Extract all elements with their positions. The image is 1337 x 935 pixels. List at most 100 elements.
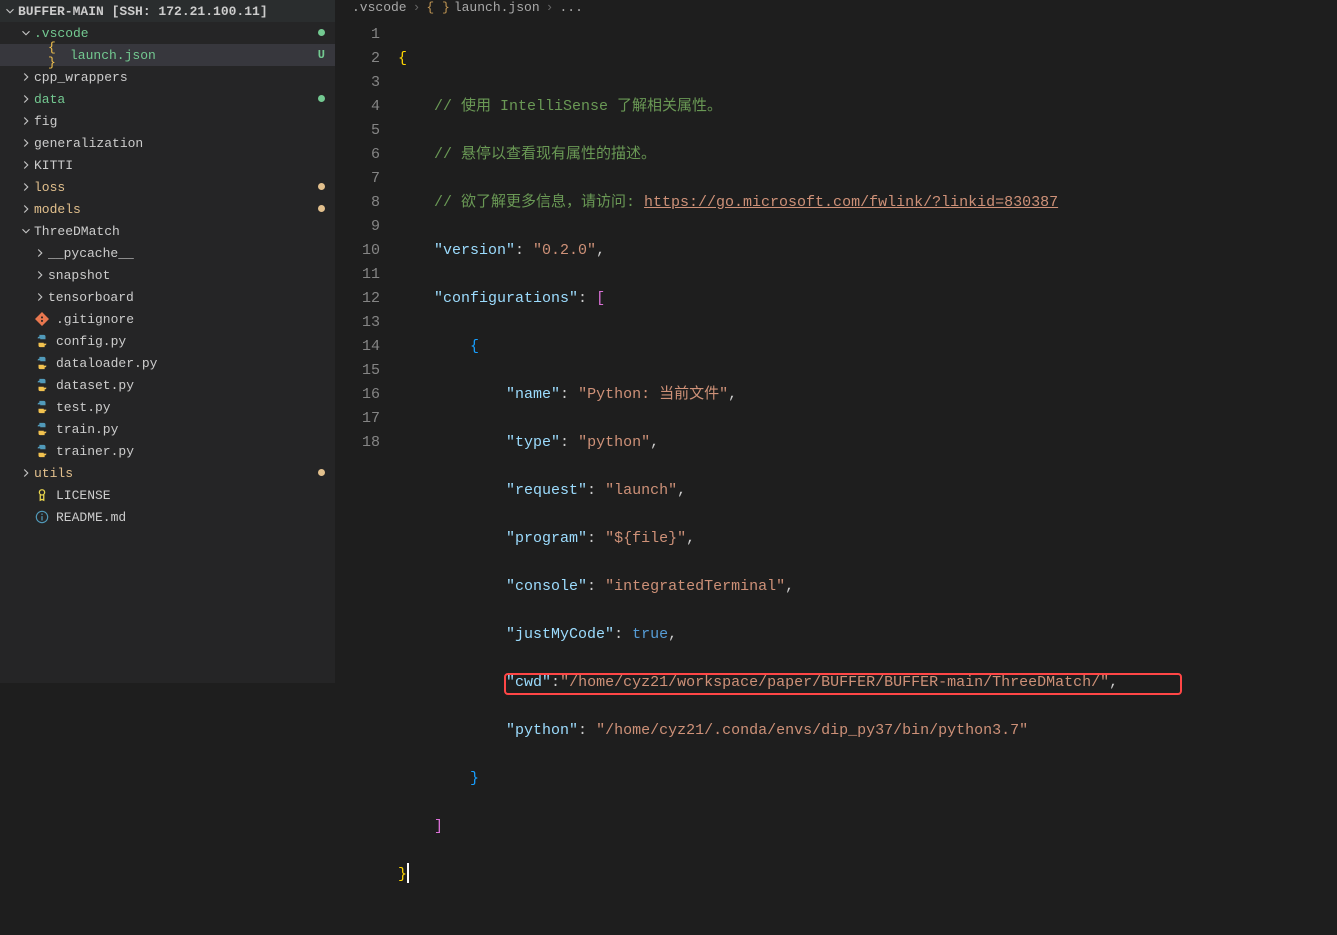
chevron-right-icon: [32, 289, 48, 305]
json-value: true: [632, 626, 668, 643]
tree-item-label: generalization: [34, 136, 325, 151]
tree-item-label: trainer.py: [56, 444, 325, 459]
tree-item-label: ThreeDMatch: [34, 224, 325, 239]
modified-indicator: [310, 180, 325, 194]
breadcrumb-item[interactable]: ...: [559, 0, 582, 15]
chevron-right-icon: ›: [413, 0, 421, 15]
explorer-root-label: BUFFER-MAIN [SSH: 172.21.100.11]: [18, 4, 325, 19]
python-icon: [34, 421, 50, 437]
json-icon: { }: [48, 47, 64, 63]
json-icon: { }: [426, 0, 449, 15]
tree-item-label: launch.json: [70, 48, 310, 63]
chevron-right-icon: [32, 267, 48, 283]
chevron-down-icon: [2, 3, 18, 19]
chevron-right-icon: [18, 69, 34, 85]
modified-indicator: [310, 26, 325, 40]
folder-item[interactable]: loss: [0, 176, 335, 198]
file-item[interactable]: test.py: [0, 396, 335, 418]
json-key: "justMyCode": [506, 626, 614, 643]
modified-indicator: [310, 466, 325, 480]
tree-item-label: test.py: [56, 400, 325, 415]
folder-item[interactable]: fig: [0, 110, 335, 132]
json-value: "${file}": [605, 530, 686, 547]
file-item[interactable]: dataset.py: [0, 374, 335, 396]
tree-item-label: .vscode: [34, 26, 310, 41]
explorer-sidebar[interactable]: BUFFER-MAIN [SSH: 172.21.100.11] .vscode…: [0, 0, 336, 683]
json-key: "type": [506, 434, 560, 451]
chevron-right-icon: [18, 157, 34, 173]
line-number-gutter: 123456789101112131415161718: [336, 15, 398, 935]
json-key: "version": [434, 242, 515, 259]
tree-item-label: data: [34, 92, 310, 107]
breadcrumb[interactable]: .vscode › { } launch.json › ...: [336, 0, 1337, 15]
file-item[interactable]: config.py: [0, 330, 335, 352]
folder-item[interactable]: tensorboard: [0, 286, 335, 308]
json-key: "console": [506, 578, 587, 595]
file-item[interactable]: LICENSE: [0, 484, 335, 506]
json-value: "/home/cyz21/.conda/envs/dip_py37/bin/py…: [596, 722, 1028, 739]
python-icon: [34, 333, 50, 349]
chevron-right-icon: [18, 113, 34, 129]
file-item[interactable]: dataloader.py: [0, 352, 335, 374]
folder-item[interactable]: models: [0, 198, 335, 220]
modified-indicator: [310, 202, 325, 216]
json-key: "program": [506, 530, 587, 547]
folder-item[interactable]: __pycache__: [0, 242, 335, 264]
python-icon: [34, 377, 50, 393]
chevron-right-icon: [18, 465, 34, 481]
tree-item-label: models: [34, 202, 310, 217]
json-key: "name": [506, 386, 560, 403]
tree-item-label: utils: [34, 466, 310, 481]
file-item[interactable]: { } launch.jsonU: [0, 44, 335, 66]
python-icon: [34, 443, 50, 459]
git-status-untracked: U: [310, 48, 325, 62]
chevron-down-icon: [18, 223, 34, 239]
chevron-right-icon: [18, 179, 34, 195]
code-comment: // 使用 IntelliSense 了解相关属性。: [434, 98, 722, 115]
tree-item-label: .gitignore: [56, 312, 325, 327]
code-content[interactable]: { // 使用 IntelliSense 了解相关属性。 // 悬停以查看现有属…: [398, 15, 1337, 935]
breadcrumb-item[interactable]: launch.json: [454, 0, 540, 15]
tree-item-label: loss: [34, 180, 310, 195]
folder-item[interactable]: utils: [0, 462, 335, 484]
tree-item-label: train.py: [56, 422, 325, 437]
file-item[interactable]: train.py: [0, 418, 335, 440]
tree-item-label: dataloader.py: [56, 356, 325, 371]
folder-item[interactable]: generalization: [0, 132, 335, 154]
tree-item-label: cpp_wrappers: [34, 70, 325, 85]
python-icon: [34, 399, 50, 415]
chevron-right-icon: [18, 135, 34, 151]
tree-item-label: config.py: [56, 334, 325, 349]
json-key: "request": [506, 482, 587, 499]
folder-item[interactable]: cpp_wrappers: [0, 66, 335, 88]
info-icon: [34, 509, 50, 525]
json-value: "0.2.0": [533, 242, 596, 259]
folder-item[interactable]: snapshot: [0, 264, 335, 286]
tree-item-label: KITTI: [34, 158, 325, 173]
json-key: "python": [506, 722, 578, 739]
code-editor[interactable]: 123456789101112131415161718 { // 使用 Inte…: [336, 15, 1337, 935]
folder-item[interactable]: ThreeDMatch: [0, 220, 335, 242]
json-key: "configurations": [434, 290, 578, 307]
file-item[interactable]: .gitignore: [0, 308, 335, 330]
file-item[interactable]: README.md: [0, 506, 335, 528]
modified-indicator: [310, 92, 325, 106]
tree-item-label: LICENSE: [56, 488, 325, 503]
folder-item[interactable]: data: [0, 88, 335, 110]
tree-item-label: tensorboard: [48, 290, 325, 305]
chevron-right-icon: [32, 245, 48, 261]
chevron-right-icon: [18, 201, 34, 217]
code-link[interactable]: https://go.microsoft.com/fwlink/?linkid=…: [644, 194, 1058, 211]
tree-item-label: snapshot: [48, 268, 325, 283]
python-icon: [34, 355, 50, 371]
explorer-root[interactable]: BUFFER-MAIN [SSH: 172.21.100.11]: [0, 0, 335, 22]
file-item[interactable]: trainer.py: [0, 440, 335, 462]
json-value: "integratedTerminal": [605, 578, 785, 595]
editor-area: .vscode › { } launch.json › ... 12345678…: [336, 0, 1337, 683]
license-icon: [34, 487, 50, 503]
chevron-down-icon: [18, 25, 34, 41]
folder-item[interactable]: KITTI: [0, 154, 335, 176]
breadcrumb-item[interactable]: .vscode: [352, 0, 407, 15]
chevron-right-icon: ›: [546, 0, 554, 15]
tree-item-label: __pycache__: [48, 246, 325, 261]
